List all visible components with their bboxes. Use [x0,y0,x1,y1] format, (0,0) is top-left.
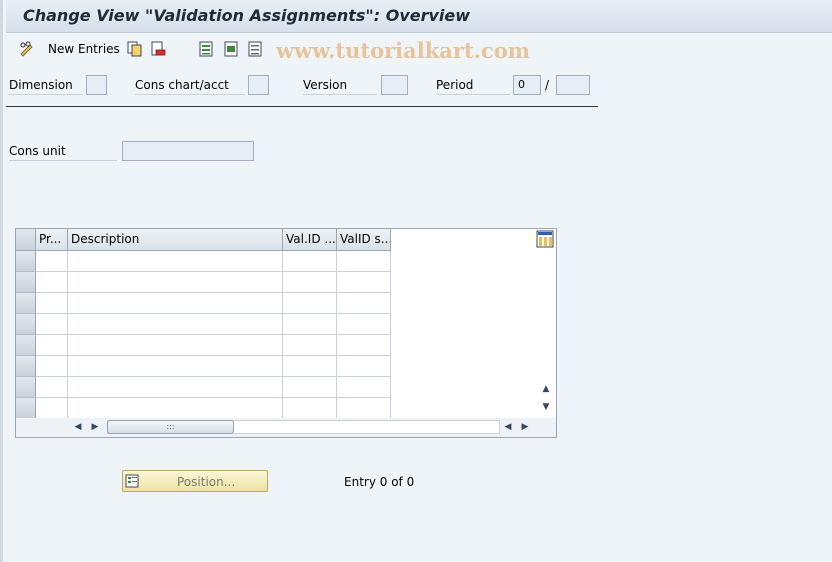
cell-valid-s[interactable] [337,251,391,272]
scroll-down-icon[interactable]: ▼ [538,399,554,415]
cell-val-id[interactable] [283,314,337,335]
fiscal-year-field[interactable] [556,75,590,95]
validation-assignments-table: Pr... Description Val.ID ... ValID s... … [15,228,557,438]
application-toolbar: New Entries www.tutorialkart.com [6,34,832,64]
cell-pr[interactable] [36,272,68,293]
cell-description[interactable] [68,356,283,377]
horizontal-scroll-thumb[interactable]: ::: [107,420,234,434]
column-header-pr[interactable]: Pr... [36,229,68,251]
column-header-val-id[interactable]: Val.ID ... [283,229,337,251]
row-selector[interactable] [16,398,36,419]
dimension-label: Dimension [9,77,83,95]
cell-val-id[interactable] [283,377,337,398]
table-row[interactable] [16,251,391,272]
cell-val-id[interactable] [283,335,337,356]
cell-valid-s[interactable] [337,335,391,356]
table-row[interactable] [16,293,391,314]
row-selector[interactable] [16,356,36,377]
watermark: www.tutorialkart.com [276,38,530,63]
scroll-up-icon[interactable]: ▲ [538,381,554,397]
cell-valid-s[interactable] [337,356,391,377]
cell-description[interactable] [68,293,283,314]
cell-val-id[interactable] [283,356,337,377]
title-bar: Change View "Validation Assignments": Ov… [6,0,832,33]
column-header-valid-s[interactable]: ValID s... [337,229,391,251]
scroll-right-icon[interactable]: ▶ [87,419,103,435]
table-row[interactable] [16,377,391,398]
page-title: Change View "Validation Assignments": Ov… [23,6,471,25]
cons-chart-field[interactable] [248,75,269,95]
cell-valid-s[interactable] [337,314,391,335]
cons-chart-label: Cons chart/acct [135,77,245,95]
table-row[interactable] [16,398,391,419]
row-selector[interactable] [16,377,36,398]
scroll-right-end-icon[interactable]: ▶ [517,419,533,435]
table-settings-icon[interactable] [536,230,554,248]
dimension-field[interactable] [86,75,107,95]
cons-unit-label: Cons unit [9,143,117,161]
row-selector[interactable] [16,293,36,314]
delete-icon[interactable] [149,40,167,58]
column-header-description[interactable]: Description [68,229,283,251]
cell-pr[interactable] [36,356,68,377]
row-selector[interactable] [16,335,36,356]
table-row[interactable] [16,356,391,377]
cell-description[interactable] [68,272,283,293]
cell-pr[interactable] [36,377,68,398]
cell-valid-s[interactable] [337,272,391,293]
table-row[interactable] [16,314,391,335]
select-all-icon[interactable] [197,40,215,58]
entry-count: Entry 0 of 0 [344,475,415,489]
position-button[interactable]: Position... [122,470,268,492]
period-separator: / [545,78,550,92]
version-field[interactable] [381,75,408,95]
cell-val-id[interactable] [283,398,337,419]
sap-window: Change View "Validation Assignments": Ov… [0,0,832,562]
row-selector[interactable] [16,272,36,293]
table-row[interactable] [16,272,391,293]
version-label: Version [303,77,377,95]
cell-description[interactable] [68,377,283,398]
cons-unit-field[interactable] [122,141,254,161]
select-block-icon[interactable] [222,40,240,58]
cell-pr[interactable] [36,293,68,314]
horizontal-scrollbar[interactable]: ◀ ▶ ::: ◀ ▶ [16,418,556,437]
period-field[interactable]: 0 [513,75,541,95]
cell-description[interactable] [68,398,283,419]
cell-description[interactable] [68,314,283,335]
row-selector[interactable] [16,251,36,272]
header-divider [6,106,598,107]
cell-description[interactable] [68,335,283,356]
glasses-pencil-icon[interactable] [18,40,36,58]
cell-pr[interactable] [36,398,68,419]
cell-val-id[interactable] [283,251,337,272]
copy-icon[interactable] [126,40,144,58]
table-header: Pr... Description Val.ID ... ValID s... [16,229,391,251]
cell-pr[interactable] [36,314,68,335]
cell-val-id[interactable] [283,293,337,314]
cell-val-id[interactable] [283,272,337,293]
vertical-scrollbar[interactable]: ▲ ▼ [537,251,556,417]
position-icon [125,473,141,489]
scroll-left-icon[interactable]: ◀ [70,419,86,435]
position-button-label: Position... [177,475,236,489]
scroll-left-end-icon[interactable]: ◀ [500,419,516,435]
new-entries-button[interactable]: New Entries [48,42,120,56]
select-all-cell[interactable] [16,229,36,251]
period-label: Period [436,77,510,95]
cell-pr[interactable] [36,251,68,272]
row-selector[interactable] [16,314,36,335]
cell-description[interactable] [68,251,283,272]
cell-valid-s[interactable] [337,398,391,419]
deselect-icon[interactable] [246,40,264,58]
cell-valid-s[interactable] [337,293,391,314]
table-row[interactable] [16,335,391,356]
cell-pr[interactable] [36,335,68,356]
cell-valid-s[interactable] [337,377,391,398]
